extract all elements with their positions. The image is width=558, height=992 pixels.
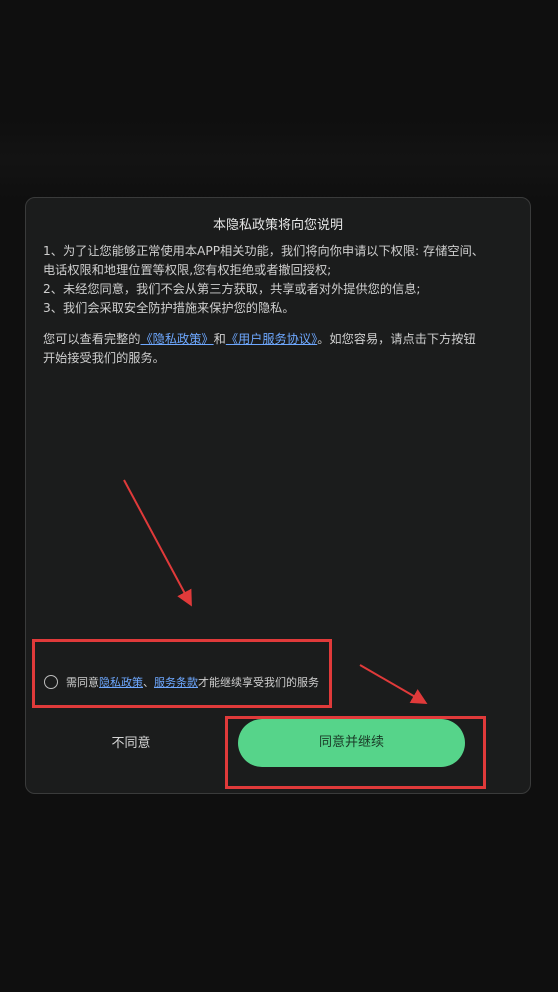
- dialog-title: 本隐私政策将向您说明: [212, 218, 343, 233]
- policy-paragraph: 您可以查看完整的《隐私政策》和《用户服务协议》。如您容易，请点击下方按钮 开始接…: [43, 330, 516, 368]
- agree-continue-button[interactable]: 同意并继续: [238, 719, 465, 767]
- consent-prefix: 需同意: [66, 676, 99, 689]
- policy-line-2: 开始接受我们的服务。: [43, 351, 165, 365]
- body-line-1: 1、为了让您能够正常使用本APP相关功能，我们将向你申请以下权限: 存储空间、: [43, 244, 484, 258]
- dialog-body: 1、为了让您能够正常使用本APP相关功能，我们将向你申请以下权限: 存储空间、 …: [43, 242, 516, 368]
- consent-privacy-link[interactable]: 隐私政策: [99, 674, 143, 690]
- consent-terms-link[interactable]: 服务条款: [154, 674, 198, 690]
- body-line-4: 3、我们会采取安全防护措施来保护您的隐私。: [43, 301, 295, 315]
- background-overlay: [0, 120, 558, 200]
- body-line-3: 2、未经您同意，我们不会从第三方获取，共享或者对外提供您的信息;: [43, 282, 421, 296]
- consent-radio[interactable]: [44, 675, 58, 689]
- consent-sep: 、: [143, 676, 154, 689]
- user-agreement-link[interactable]: 《用户服务协议》: [226, 332, 317, 346]
- consent-suffix: 才能继续享受我们的服务: [198, 676, 319, 689]
- privacy-dialog: 本隐私政策将向您说明 1、为了让您能够正常使用本APP相关功能，我们将向你申请以…: [25, 197, 531, 794]
- policy-suffix: 。如您容易，请点击下方按钮: [317, 332, 476, 346]
- policy-prefix: 您可以查看完整的: [43, 332, 141, 346]
- disagree-button[interactable]: 不同意: [86, 732, 176, 756]
- privacy-policy-link[interactable]: 《隐私政策》: [141, 332, 214, 346]
- screen: 本隐私政策将向您说明 1、为了让您能够正常使用本APP相关功能，我们将向你申请以…: [0, 0, 558, 992]
- consent-row: 需同意 隐私政策、服务条款 才能继续享受我们的服务: [44, 672, 319, 692]
- policy-and: 和: [213, 332, 226, 346]
- body-line-2: 电话权限和地理位置等权限,您有权拒绝或者撤回授权;: [43, 263, 332, 277]
